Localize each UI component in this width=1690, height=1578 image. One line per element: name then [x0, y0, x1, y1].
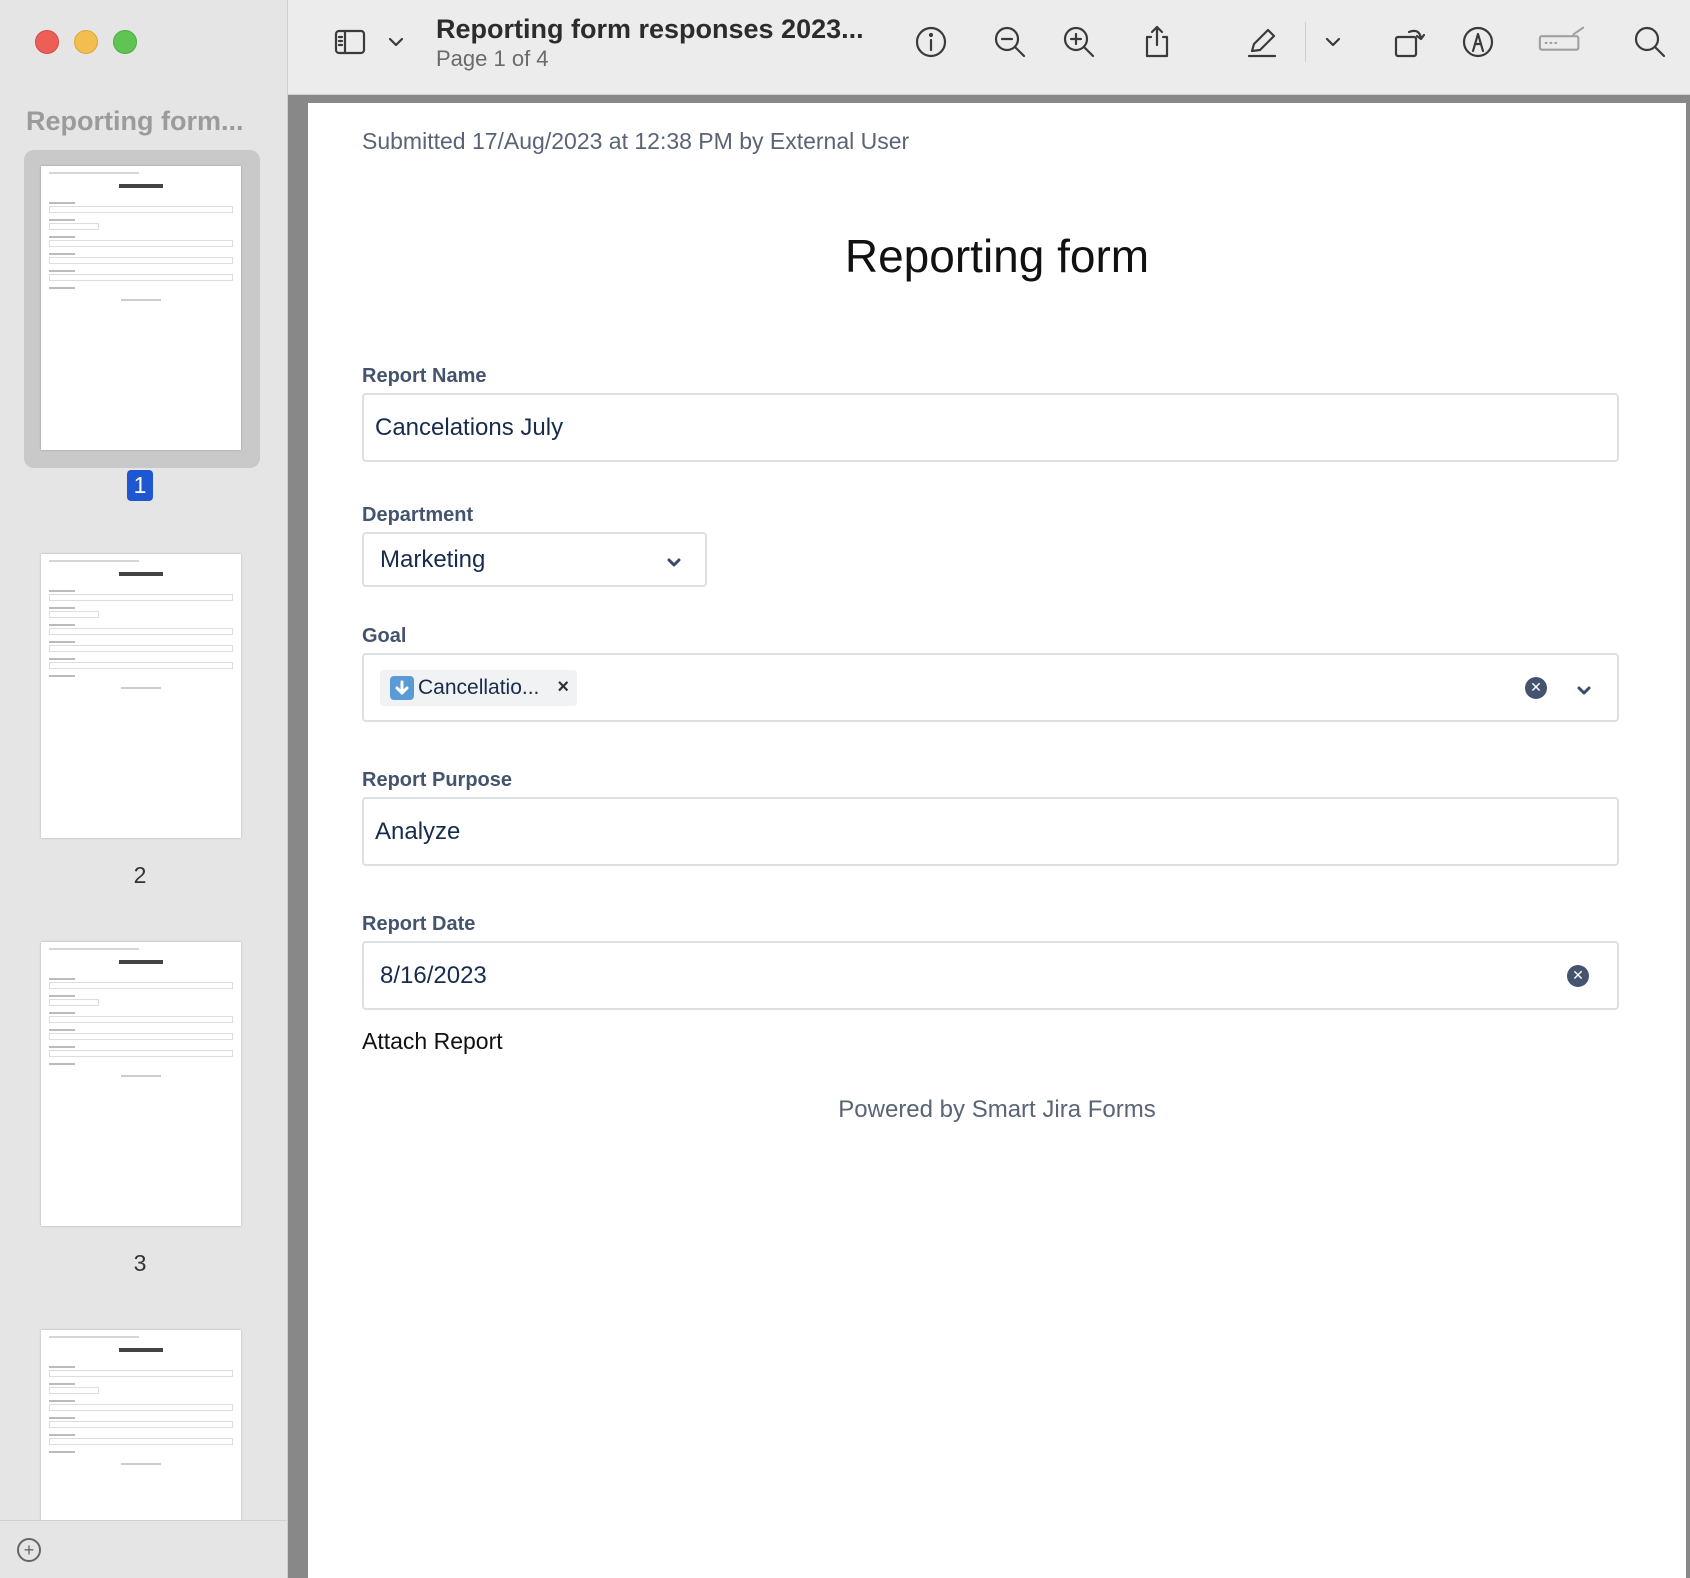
highlight-pen-icon[interactable] — [1242, 22, 1282, 62]
goal-tag: Cancellatio... × — [380, 669, 578, 706]
search-icon[interactable] — [1630, 22, 1670, 62]
window-controls — [35, 30, 137, 54]
report-name-value: Cancelations July — [375, 413, 564, 441]
share-icon[interactable] — [1137, 22, 1177, 62]
document-page: Submitted 17/Aug/2023 at 12:38 PM by Ext… — [308, 103, 1686, 1578]
remove-tag-icon[interactable]: × — [557, 676, 569, 699]
chevron-down-icon[interactable] — [1575, 679, 1593, 697]
page-thumbnail-1[interactable] — [24, 150, 260, 468]
goal-label: Goal — [362, 625, 407, 647]
page-thumbnail-3[interactable] — [24, 926, 260, 1226]
document-viewer[interactable]: Submitted 17/Aug/2023 at 12:38 PM by Ext… — [288, 95, 1690, 1578]
department-value: Marketing — [380, 545, 486, 573]
chevron-down-icon[interactable] — [376, 22, 416, 62]
report-date-value: 8/16/2023 — [380, 961, 487, 989]
page-number-2: 2 — [133, 862, 147, 888]
chevron-down-icon — [665, 551, 683, 569]
toolbar: Reporting form responses 2023... Page 1 … — [288, 0, 1690, 95]
page-number-1: 1 — [0, 470, 280, 501]
minimize-window-button[interactable] — [74, 30, 98, 54]
info-icon[interactable] — [911, 22, 951, 62]
zoom-out-icon[interactable] — [990, 22, 1030, 62]
close-window-button[interactable] — [35, 30, 59, 54]
sidebar-toggle-icon[interactable] — [330, 22, 370, 62]
clear-icon[interactable]: ✕ — [1567, 964, 1589, 987]
sidebar-footer: + — [0, 1520, 287, 1578]
down-arrow-icon — [390, 675, 414, 700]
chevron-down-icon[interactable] — [1313, 22, 1353, 62]
attach-report-label: Attach Report — [362, 1028, 503, 1054]
form-fill-icon[interactable] — [1536, 22, 1588, 62]
rotate-icon[interactable] — [1389, 22, 1429, 62]
maximize-window-button[interactable] — [113, 30, 137, 54]
submission-info: Submitted 17/Aug/2023 at 12:38 PM by Ext… — [362, 128, 910, 154]
page-thumbnail-2[interactable] — [24, 538, 260, 838]
page-preview — [41, 942, 241, 1226]
report-date-field[interactable]: 8/16/2023 ✕ — [362, 941, 1619, 1010]
powered-by-footer: Powered by Smart Jira Forms — [838, 1096, 1156, 1123]
add-page-icon[interactable]: + — [17, 1538, 41, 1562]
report-purpose-field[interactable]: Analyze — [362, 797, 1619, 866]
page-indicator: Page 1 of 4 — [436, 46, 549, 71]
markup-icon[interactable] — [1458, 22, 1498, 62]
goal-multiselect[interactable]: Cancellatio... × ✕ — [362, 653, 1619, 722]
toolbar-divider — [1305, 22, 1306, 62]
zoom-in-icon[interactable] — [1059, 22, 1099, 62]
page-preview — [41, 554, 241, 838]
page-preview — [41, 166, 241, 450]
sidebar-title: Reporting form... — [26, 106, 244, 136]
sidebar: Reporting form... 1 2 3 + — [0, 0, 288, 1578]
report-purpose-label: Report Purpose — [362, 769, 513, 791]
report-date-label: Report Date — [362, 913, 476, 935]
department-select[interactable]: Marketing — [362, 532, 707, 587]
report-purpose-value: Analyze — [375, 817, 461, 845]
report-name-label: Report Name — [362, 365, 487, 387]
report-name-field[interactable]: Cancelations July — [362, 393, 1619, 462]
document-title: Reporting form responses 2023... — [436, 14, 864, 44]
department-label: Department — [362, 504, 474, 526]
page-number-3: 3 — [133, 1250, 147, 1276]
clear-icon[interactable]: ✕ — [1525, 676, 1547, 699]
form-title: Reporting form — [844, 230, 1150, 282]
goal-tag-label: Cancellatio... — [418, 675, 540, 699]
